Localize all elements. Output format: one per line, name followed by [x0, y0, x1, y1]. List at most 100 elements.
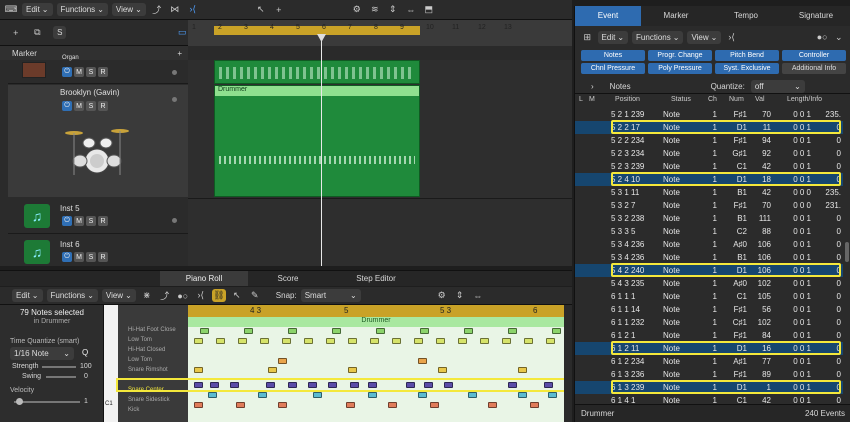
- piano-scrollbar[interactable]: [564, 305, 572, 422]
- midi-note[interactable]: [392, 338, 401, 344]
- midi-note[interactable]: [268, 367, 277, 373]
- edit-menu[interactable]: Edit ⌄: [22, 3, 53, 16]
- track-inst6[interactable]: ♫ Inst 6 ⏻ M S R: [8, 235, 188, 266]
- midi-note[interactable]: [420, 328, 429, 334]
- quantize-select[interactable]: 1/16 Note ⌄: [10, 347, 74, 360]
- midi-note[interactable]: [418, 358, 427, 364]
- midi-note[interactable]: [313, 392, 322, 398]
- filter-button[interactable]: Pitch Bend: [715, 50, 779, 61]
- midi-note[interactable]: [518, 367, 527, 373]
- mute-button[interactable]: M: [74, 252, 84, 262]
- solo-button[interactable]: S: [86, 101, 96, 111]
- event-list[interactable]: 5 2 1 239 Note 1 F♯1 70 0 0 1 235. 5 2 2 17 Note…: [575, 108, 843, 404]
- midi-in-icon[interactable]: ●○: [816, 31, 829, 44]
- swing-slider[interactable]: [46, 376, 76, 378]
- main-ruler[interactable]: 1 2 3 4 5 6 7 8 9 10 11 12 13: [188, 20, 572, 46]
- event-row[interactable]: 6 1 1 232 Note 1 C♯1 102 0 0 1 0: [575, 316, 843, 329]
- filter-button[interactable]: Controller: [782, 50, 846, 61]
- event-row[interactable]: 5 3 4 236 Note 1 A♯0 106 0 0 1 0: [575, 238, 843, 251]
- flex-icon[interactable]: ⋈: [168, 3, 182, 16]
- mute-button[interactable]: M: [74, 101, 84, 111]
- tab-marker[interactable]: Marker: [641, 6, 711, 26]
- mute-button[interactable]: M: [74, 216, 84, 226]
- pencil-tool-icon[interactable]: +: [272, 3, 286, 16]
- midi-note[interactable]: [508, 328, 517, 334]
- midi-note[interactable]: [346, 402, 355, 408]
- midi-note[interactable]: [464, 328, 473, 334]
- velocity-knob[interactable]: [16, 398, 23, 405]
- pointer-tool-icon[interactable]: ↖: [254, 3, 268, 16]
- piano-ruler[interactable]: [188, 305, 564, 317]
- midi-note[interactable]: [418, 392, 427, 398]
- horizontal-zoom-icon[interactable]: ⇔: [404, 3, 418, 16]
- midi-note[interactable]: [260, 338, 269, 344]
- functions-menu[interactable]: Functions ⌄: [46, 289, 98, 302]
- col-val[interactable]: Val: [755, 96, 765, 103]
- tab-event[interactable]: Event: [575, 6, 641, 26]
- midi-note[interactable]: [370, 338, 379, 344]
- midi-note[interactable]: [518, 392, 527, 398]
- midi-note[interactable]: [552, 328, 561, 334]
- event-row[interactable]: 5 3 2 7 Note 1 F♯1 70 0 0 0 231.: [575, 199, 843, 212]
- midi-note[interactable]: [458, 338, 467, 344]
- strength-value[interactable]: 100: [80, 363, 92, 370]
- fit-icon[interactable]: ⬒: [422, 3, 436, 16]
- swing-value[interactable]: 0: [84, 373, 88, 380]
- event-row[interactable]: 6 1 2 234 Note 1 A♯1 77 0 0 1 0: [575, 355, 843, 368]
- velocity-slider[interactable]: [14, 401, 80, 403]
- power-button[interactable]: ⏻: [62, 67, 72, 77]
- pointer-tool-icon[interactable]: ↖: [230, 289, 244, 302]
- midi-note[interactable]: [216, 338, 225, 344]
- functions-menu[interactable]: Functions ⌄: [632, 30, 684, 44]
- tab-tempo[interactable]: Tempo: [711, 6, 781, 26]
- event-row[interactable]: 5 2 3 234 Note 1 G♯1 92 0 0 1 0: [575, 147, 843, 160]
- col-status[interactable]: Status: [671, 96, 691, 103]
- filter-button[interactable]: Progr. Change: [648, 50, 712, 61]
- event-scrollbar[interactable]: [845, 242, 849, 262]
- col-position[interactable]: Position: [615, 96, 640, 103]
- track-organ[interactable]: Organ ⏻ M S R: [8, 55, 188, 84]
- event-row[interactable]: 6 1 1 1 Note 1 C1 105 0 0 1 0: [575, 290, 843, 303]
- power-button[interactable]: ⏻: [62, 101, 72, 111]
- midi-note[interactable]: [304, 338, 313, 344]
- quantize-select[interactable]: off ⌄: [750, 80, 805, 93]
- midi-note[interactable]: [238, 338, 247, 344]
- midi-note[interactable]: [282, 338, 291, 344]
- drummer-region[interactable]: Drummer: [214, 85, 420, 197]
- midi-note[interactable]: [546, 338, 555, 344]
- midi-note[interactable]: [258, 392, 267, 398]
- solo-button[interactable]: S: [86, 67, 96, 77]
- solo-button[interactable]: S: [86, 216, 96, 226]
- midi-note[interactable]: [430, 402, 439, 408]
- filter-button[interactable]: Additional Info: [782, 63, 846, 74]
- gear-icon[interactable]: ⚙: [435, 289, 449, 302]
- midi-note[interactable]: [236, 402, 245, 408]
- tab-signature[interactable]: Signature: [781, 6, 850, 26]
- view-menu[interactable]: View ⌄: [101, 289, 136, 302]
- col-num[interactable]: Num: [729, 96, 744, 103]
- automation-icon[interactable]: ⤴: [158, 289, 172, 302]
- track-inst5[interactable]: ♫ Inst 5 ⏻ M S R: [8, 198, 188, 234]
- midi-note[interactable]: [200, 328, 209, 334]
- midi-note[interactable]: [278, 402, 287, 408]
- tab-score[interactable]: Score: [248, 271, 328, 286]
- piano-grid[interactable]: 4 3 5 5 3 6 Drummer Hi-Hat Foot Close Low…: [116, 305, 566, 422]
- midi-note[interactable]: [414, 338, 423, 344]
- upper-region[interactable]: [214, 60, 420, 84]
- catch-icon[interactable]: ›⟨: [186, 3, 200, 16]
- col-m[interactable]: M: [589, 96, 595, 103]
- midi-note[interactable]: [194, 367, 203, 373]
- filter-button[interactable]: Poly Pressure: [648, 63, 712, 74]
- midi-note[interactable]: [468, 392, 477, 398]
- record-button[interactable]: R: [98, 252, 108, 262]
- event-row[interactable]: 5 3 2 238 Note 1 B1 111 0 0 1 0: [575, 212, 843, 225]
- midi-note[interactable]: [438, 367, 447, 373]
- midi-note[interactable]: [348, 338, 357, 344]
- arrange-area[interactable]: Drummer: [188, 60, 572, 266]
- link-icon[interactable]: ⛓: [211, 289, 226, 302]
- expand-arrow-icon[interactable]: ›: [591, 82, 594, 91]
- q-button[interactable]: Q: [82, 348, 88, 357]
- mute-button[interactable]: M: [74, 67, 84, 77]
- midi-note[interactable]: [332, 328, 341, 334]
- vertical-zoom-icon[interactable]: ⇕: [386, 3, 400, 16]
